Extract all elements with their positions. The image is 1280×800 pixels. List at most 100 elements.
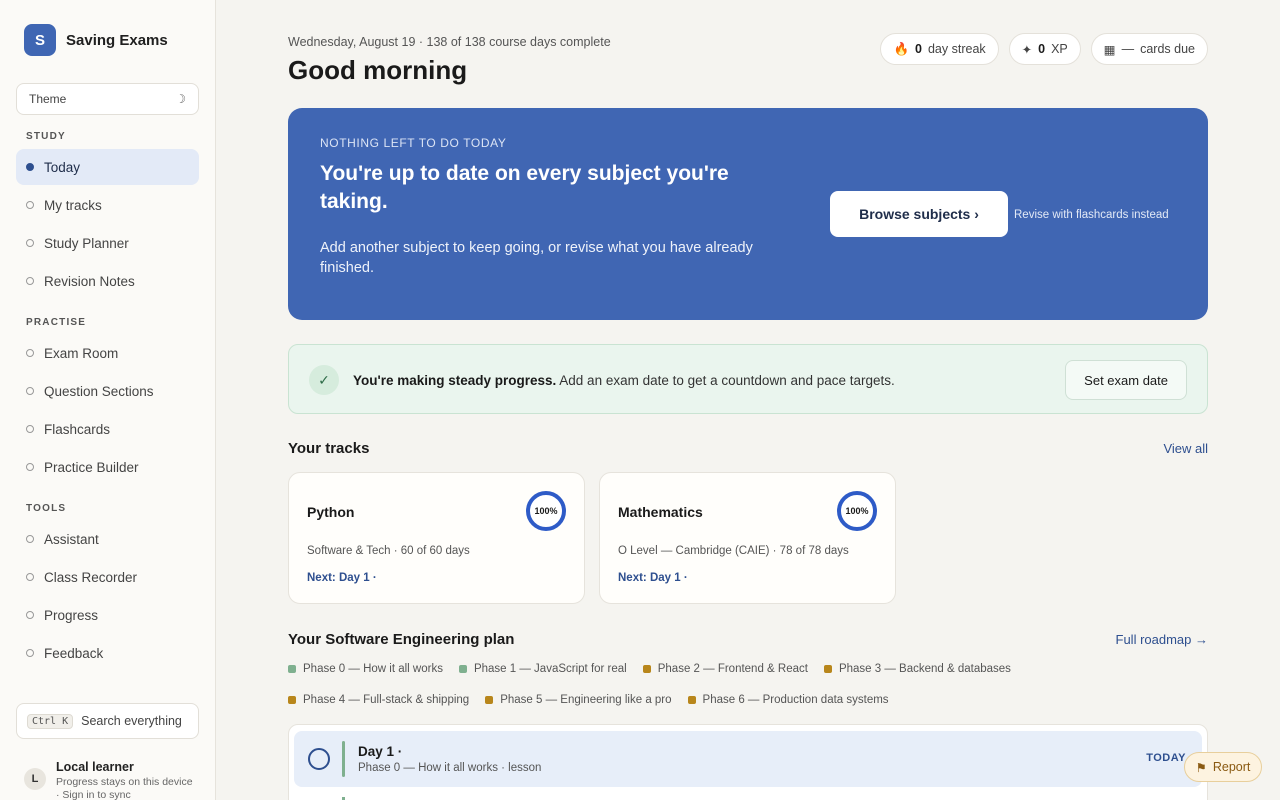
sidebar-item-label: Today — [44, 159, 81, 175]
avatar: L — [24, 768, 46, 790]
streak-badge[interactable]: 🔥 0 day streak — [880, 33, 999, 65]
theme-toggle-button[interactable]: Theme ☽ — [16, 83, 199, 115]
phase-label: Phase 5 — Engineering like a pro — [500, 694, 672, 706]
phase-legend-item: Phase 2 — Frontend & React — [642, 660, 808, 678]
sidebar-item-label: Exam Room — [44, 345, 119, 361]
progress-ring: 100% — [837, 491, 877, 531]
sidebar-item-label: Flashcards — [44, 421, 111, 437]
moon-icon: ☽ — [175, 92, 186, 106]
full-roadmap-link[interactable]: Full roadmap → — [1116, 632, 1208, 647]
sidebar: S Saving Exams Theme ☽ STUDY Today My tr… — [0, 0, 216, 800]
brand-name: Saving Exams — [66, 31, 168, 49]
browse-subjects-button[interactable]: Browse subjects › — [830, 191, 1008, 237]
sidebar-item-my-tracks[interactable]: My tracks — [16, 187, 199, 223]
cards-due-badge[interactable]: ▦ — cards due — [1090, 33, 1208, 65]
sidebar-item-class-recorder[interactable]: Class Recorder — [16, 559, 199, 595]
cards-value: — — [1121, 42, 1135, 56]
track-meta: O Level — Cambridge (CAIE) · 78 of 78 da… — [618, 545, 849, 557]
progress-bold: You're making steady progress. — [353, 373, 557, 388]
plan-day-list: Day 1 · Phase 0 — How it all works · les… — [288, 724, 1208, 800]
plan-title: Your Software Engineering plan — [288, 631, 515, 648]
phase-swatch — [485, 696, 494, 704]
cards-label: cards due — [1140, 42, 1195, 56]
dot-icon — [26, 535, 34, 543]
sidebar-item-feedback[interactable]: Feedback — [16, 635, 199, 671]
dot-icon — [26, 611, 34, 619]
day-row[interactable]: Day 1 · Phase 0 — How it all works · les… — [294, 731, 1202, 787]
sidebar-item-label: Progress — [44, 607, 99, 623]
report-button[interactable]: ⚑ Report — [1184, 752, 1262, 782]
nav-heading-study: STUDY — [26, 131, 66, 142]
dot-icon — [26, 463, 34, 471]
track-next-link[interactable]: Next: Day 1 · — [307, 572, 377, 584]
phase-legend-item: Phase 5 — Engineering like a pro — [485, 691, 672, 709]
revise-flashcards-link[interactable]: Revise with flashcards instead — [1014, 209, 1169, 221]
view-all-link[interactable]: View all — [1163, 441, 1208, 456]
track-name: Mathematics — [618, 504, 703, 520]
dot-icon — [26, 163, 34, 171]
hero-eyebrow: NOTHING LEFT TO DO TODAY — [320, 136, 507, 150]
xp-badge[interactable]: ✦ 0 XP — [1008, 33, 1081, 65]
xp-value: 0 — [1038, 42, 1046, 56]
phase-label: Phase 3 — Backend & databases — [838, 663, 1011, 675]
shortcut-kbd: Ctrl K — [27, 713, 74, 729]
dot-icon — [26, 425, 34, 433]
sidebar-item-study-planner[interactable]: Study Planner — [16, 225, 199, 261]
xp-label: XP — [1051, 42, 1068, 56]
sidebar-item-label: Feedback — [44, 645, 104, 661]
dot-icon — [26, 387, 34, 395]
brand[interactable]: S Saving Exams — [24, 24, 168, 56]
search-label: Search everything — [81, 714, 182, 728]
sidebar-item-label: My tracks — [44, 197, 102, 213]
progress-notice: ✓ You're making steady progress. Add an … — [288, 344, 1208, 414]
phase-legend-item: Phase 1 — JavaScript for real — [458, 660, 627, 678]
theme-label: Theme — [29, 92, 67, 106]
phase-swatch — [642, 665, 651, 673]
brand-logo: S — [24, 24, 56, 56]
hero-banner: NOTHING LEFT TO DO TODAY You're up to da… — [288, 108, 1208, 320]
stats-bar: 🔥 0 day streak ✦ 0 XP ▦ — cards due — [880, 33, 1208, 65]
phase-legend-item: Phase 6 — Production data systems — [687, 691, 889, 709]
set-exam-date-button[interactable]: Set exam date — [1065, 360, 1187, 400]
track-card-mathematics[interactable]: Mathematics 100% O Level — Cambridge (CA… — [599, 472, 896, 604]
date-line: Wednesday, August 19 · 138 of 138 course… — [288, 35, 611, 49]
track-next-link[interactable]: Next: Day 1 · — [618, 572, 688, 584]
search-everything-button[interactable]: Ctrl K Search everything — [16, 703, 199, 739]
sidebar-item-label: Study Planner — [44, 235, 129, 251]
dot-icon — [26, 349, 34, 357]
cards-icon: ▦ — [1103, 42, 1116, 57]
streak-label: day streak — [927, 42, 986, 56]
phase-indicator-bar — [342, 741, 345, 777]
sidebar-item-exam-room[interactable]: Exam Room — [16, 335, 199, 371]
sidebar-item-today[interactable]: Today — [16, 149, 199, 185]
sidebar-item-label: Practice Builder — [44, 459, 139, 475]
track-name: Python — [307, 504, 355, 520]
hero-title: You're up to date on every subject you'r… — [320, 162, 729, 213]
phase-legend-item: Phase 3 — Backend & databases — [823, 660, 1011, 678]
phase-label: Phase 2 — Frontend & React — [657, 663, 808, 675]
phase-legend: Phase 0 — How it all works Phase 1 — Jav… — [288, 660, 1208, 709]
dot-icon — [26, 277, 34, 285]
track-card-python[interactable]: Python 100% Software & Tech · 60 of 60 d… — [288, 472, 585, 604]
flame-icon: 🔥 — [893, 41, 910, 56]
sidebar-item-question-sections[interactable]: Question Sections — [16, 373, 199, 409]
user-sync-note: Progress stays on this device · Sign in … — [56, 776, 193, 800]
check-icon: ✓ — [309, 365, 339, 395]
sidebar-item-assistant[interactable]: Assistant — [16, 521, 199, 557]
day-subtitle: Phase 0 — How it all works · lesson — [358, 762, 542, 774]
user-profile[interactable]: L Local learner Progress stays on this d… — [24, 760, 196, 800]
sidebar-item-practice-builder[interactable]: Practice Builder — [16, 449, 199, 485]
sidebar-item-label: Assistant — [44, 531, 99, 547]
progress-ring: 100% — [526, 491, 566, 531]
sidebar-item-flashcards[interactable]: Flashcards — [16, 411, 199, 447]
sidebar-item-revision-notes[interactable]: Revision Notes — [16, 263, 199, 299]
day-complete-checkbox[interactable] — [308, 748, 330, 770]
phase-swatch — [458, 665, 467, 673]
user-name: Local learner — [56, 760, 134, 774]
report-label: Report — [1212, 760, 1251, 774]
dot-icon — [26, 201, 34, 209]
sidebar-item-progress[interactable]: Progress — [16, 597, 199, 633]
hero-text: Add another subject to keep going, or re… — [320, 240, 753, 276]
day-title: Day 1 · — [358, 744, 403, 759]
sidebar-item-label: Revision Notes — [44, 273, 135, 289]
